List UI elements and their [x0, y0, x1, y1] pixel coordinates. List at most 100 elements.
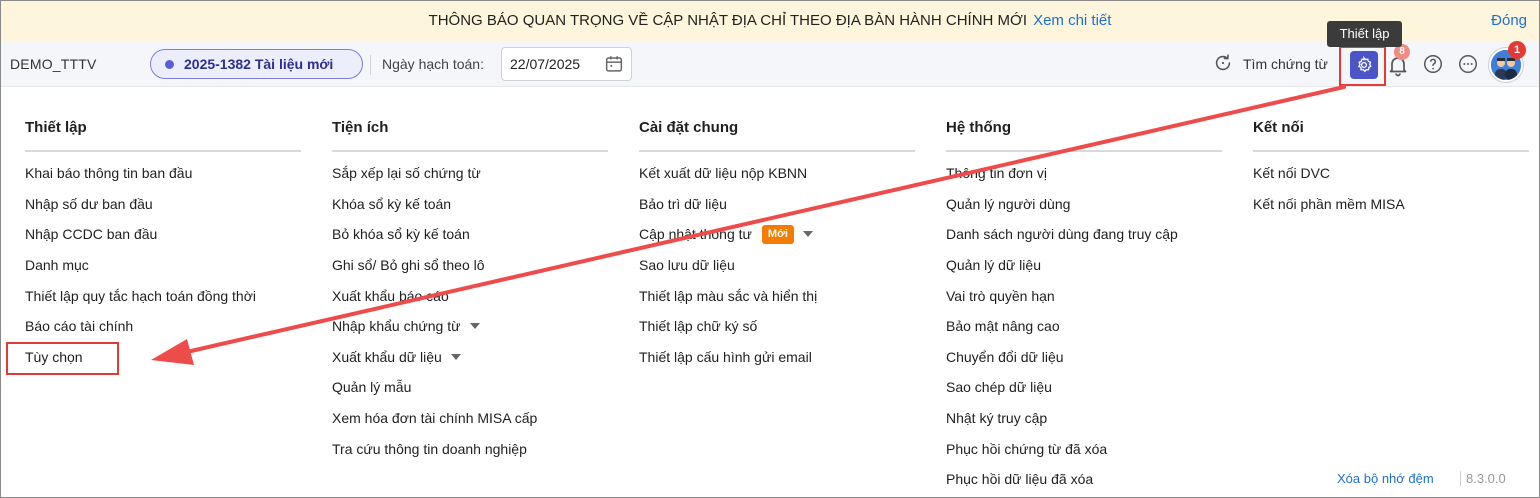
settings-tooltip: Thiết lập	[1327, 21, 1402, 47]
more-options-icon[interactable]	[1457, 53, 1479, 75]
menu-column-setup: Thiết lập Khai báo thông tin ban đầu Nhậ…	[25, 119, 301, 375]
database-selector[interactable]: 2025-1382 Tài liệu mới	[150, 49, 363, 79]
menu-item-label: Danh mục	[25, 257, 89, 274]
menu-item[interactable]: Nhập số dư ban đầu	[25, 192, 301, 223]
menu-item[interactable]: Sắp xếp lại số chứng từ	[332, 161, 608, 192]
column-title: Tiện ích	[332, 119, 389, 136]
menu-item[interactable]: Nhật ký truy cập	[946, 406, 1222, 437]
notice-banner: THÔNG BÁO QUAN TRỌNG VỀ CẬP NHẬT ĐỊA CHỈ…	[1, 1, 1539, 41]
menu-item-label: Xuất khẩu báo cáo	[332, 287, 449, 304]
gear-icon	[1357, 56, 1372, 73]
menu-item[interactable]: Nhập khẩu chứng từ	[332, 314, 608, 345]
menu-item[interactable]: Cập nhật thông tư Mới	[639, 222, 915, 253]
menu-item[interactable]: Chuyển đổi dữ liệu	[946, 345, 1222, 376]
menu-item[interactable]: Kết nối phần mềm MISA	[1253, 192, 1529, 223]
menu-item-label: Báo cáo tài chính	[25, 318, 134, 335]
menu-item-label: Sao lưu dữ liệu	[639, 257, 735, 274]
banner-close-button[interactable]: Đóng	[1491, 12, 1527, 29]
menu-item-label: Thiết lập quy tắc hạch toán đồng thời	[25, 287, 256, 304]
menu-item-label: Thông tin đơn vị	[946, 165, 1048, 182]
calendar-icon[interactable]	[603, 53, 625, 75]
banner-details-link[interactable]: Xem chi tiết	[1033, 12, 1111, 29]
menu-item-label: Bảo mật nâng cao	[946, 318, 1060, 335]
column-divider	[332, 150, 608, 152]
menu-column-general-settings: Cài đặt chung Kết xuất dữ liệu nộp KBNN …	[639, 119, 915, 375]
app-version: 8.3.0.0	[1460, 471, 1506, 486]
menu-item[interactable]: Báo cáo tài chính	[25, 314, 301, 345]
column-divider	[639, 150, 915, 152]
search-voucher-link[interactable]: Tìm chứng từ	[1243, 56, 1328, 72]
menu-column-utilities: Tiện ích Sắp xếp lại số chứng từ Khóa sổ…	[332, 119, 608, 467]
menu-item[interactable]: Khai báo thông tin ban đầu	[25, 161, 301, 192]
column-divider	[946, 150, 1222, 152]
menu-item[interactable]: Kết xuất dữ liệu nộp KBNN	[639, 161, 915, 192]
new-badge: Mới	[761, 224, 794, 244]
menu-item[interactable]: Danh mục	[25, 253, 301, 284]
menu-item[interactable]: Danh sách người dùng đang truy cập	[946, 222, 1222, 253]
menu-item-label: Danh sách người dùng đang truy cập	[946, 226, 1178, 243]
menu-item-label: Xem hóa đơn tài chính MISA cấp	[332, 410, 538, 427]
menu-item[interactable]: Quản lý người dùng	[946, 192, 1222, 223]
menu-item[interactable]: Bỏ khóa sổ kỳ kế toán	[332, 222, 608, 253]
menu-item-label: Kết xuất dữ liệu nộp KBNN	[639, 165, 808, 182]
menu-column-connections: Kết nối Kết nối DVC Kết nối phần mềm MIS…	[1253, 119, 1529, 222]
column-divider	[25, 150, 301, 152]
menu-item[interactable]: Kết nối DVC	[1253, 161, 1529, 192]
company-name[interactable]: DEMO_TTTV	[10, 56, 97, 72]
menu-item-label: Phục hồi chứng từ đã xóa	[946, 440, 1108, 457]
menu-item-label: Thiết lập cấu hình gửi email	[639, 348, 812, 365]
menu-item[interactable]: Phục hồi chứng từ đã xóa	[946, 436, 1222, 467]
avatar-count-badge: 1	[1508, 41, 1526, 59]
menu-item-label: Kết nối phần mềm MISA	[1253, 195, 1405, 212]
menu-item-label: Nhật ký truy cập	[946, 410, 1048, 427]
menu-column-system: Hệ thống Thông tin đơn vị Quản lý người …	[946, 119, 1222, 497]
database-name: 2025-1382 Tài liệu mới	[184, 56, 334, 72]
menu-item[interactable]: Xem hóa đơn tài chính MISA cấp	[332, 406, 608, 437]
caret-down-icon	[450, 353, 461, 360]
menu-item[interactable]: Quản lý dữ liệu	[946, 253, 1222, 284]
options-highlight-box	[6, 342, 119, 375]
menu-item-label: Tra cứu thông tin doanh nghiệp	[332, 440, 527, 457]
menu-item[interactable]: Nhập CCDC ban đầu	[25, 222, 301, 253]
caret-down-icon	[802, 231, 813, 238]
column-divider	[1253, 150, 1529, 152]
menu-item[interactable]: Thông tin đơn vị	[946, 161, 1222, 192]
column-title: Cài đặt chung	[639, 119, 739, 136]
menu-item[interactable]: Khóa sổ kỳ kế toán	[332, 192, 608, 223]
clear-cache-link[interactable]: Xóa bộ nhớ đệm	[1337, 471, 1434, 486]
menu-item-label: Phục hồi dữ liệu đã xóa	[946, 471, 1094, 488]
menu-item[interactable]: Xuất khẩu báo cáo	[332, 283, 608, 314]
menu-item[interactable]: Sao lưu dữ liệu	[639, 253, 915, 284]
column-title: Hệ thống	[946, 119, 1011, 136]
column-title: Thiết lập	[25, 119, 87, 136]
menu-item[interactable]: Ghi sổ/ Bỏ ghi sổ theo lô	[332, 253, 608, 284]
menu-item[interactable]: Phục hồi dữ liệu đã xóa	[946, 467, 1222, 497]
menu-item[interactable]: Thiết lập màu sắc và hiển thị	[639, 283, 915, 314]
menu-item-label: Bảo trì dữ liệu	[639, 195, 727, 212]
menu-item[interactable]: Vai trò quyền hạn	[946, 283, 1222, 314]
posting-date-label: Ngày hạch toán:	[382, 56, 484, 72]
help-icon[interactable]	[1422, 53, 1444, 75]
menu-item[interactable]: Sao chép dữ liệu	[946, 375, 1222, 406]
app-window: THÔNG BÁO QUAN TRỌNG VỀ CẬP NHẬT ĐỊA CHỈ…	[0, 0, 1540, 498]
menu-item[interactable]: Bảo mật nâng cao	[946, 314, 1222, 345]
menu-item-label: Quản lý người dùng	[946, 195, 1071, 212]
menu-item-label: Quản lý mẫu	[332, 379, 412, 396]
menu-item[interactable]: Thiết lập chữ ký số	[639, 314, 915, 345]
menu-item-label: Thiết lập chữ ký số	[639, 318, 758, 335]
header-divider	[370, 55, 371, 75]
menu-item-label: Nhập khẩu chứng từ	[332, 318, 461, 335]
refresh-search-icon[interactable]	[1212, 52, 1234, 74]
menu-item[interactable]: Quản lý mẫu	[332, 375, 608, 406]
settings-button[interactable]	[1350, 51, 1378, 79]
menu-item-label: Khai báo thông tin ban đầu	[25, 165, 193, 182]
menu-item[interactable]: Bảo trì dữ liệu	[639, 192, 915, 223]
menu-item[interactable]: Thiết lập quy tắc hạch toán đồng thời	[25, 283, 301, 314]
menu-item[interactable]: Thiết lập cấu hình gửi email	[639, 345, 915, 376]
menu-item[interactable]: Xuất khẩu dữ liệu	[332, 345, 608, 376]
posting-date-field[interactable]: 22/07/2025	[501, 47, 632, 81]
menu-item[interactable]: Tra cứu thông tin doanh nghiệp	[332, 436, 608, 467]
caret-down-icon	[469, 323, 480, 330]
menu-item-label: Cập nhật thông tư	[639, 226, 752, 243]
menu-item-label: Nhập số dư ban đầu	[25, 195, 153, 212]
